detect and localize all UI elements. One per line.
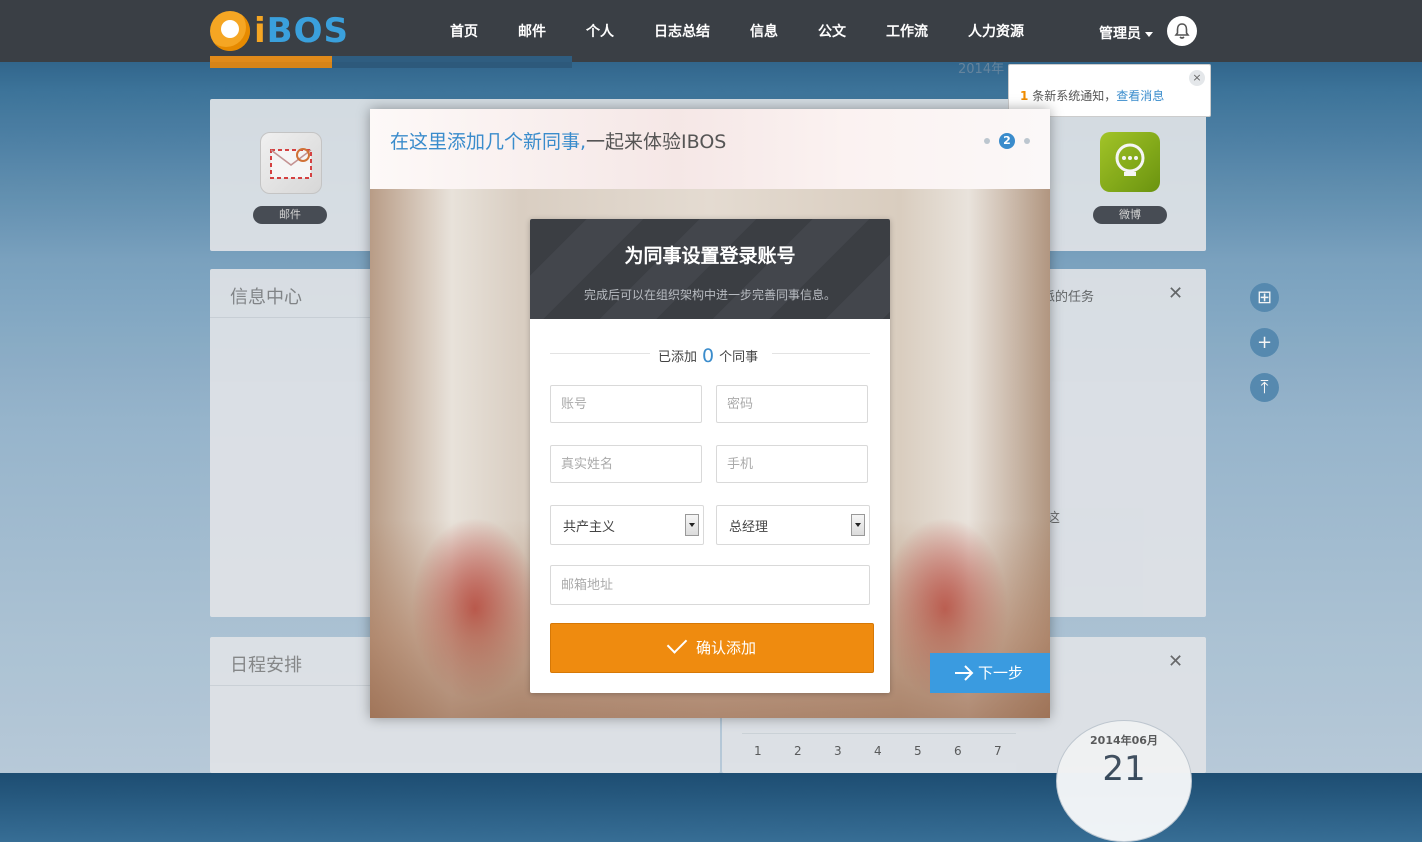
user-menu[interactable]: 管理员 bbox=[1099, 23, 1153, 43]
chevron-down-icon bbox=[1145, 31, 1153, 37]
modal-title-rest: 一起来体验IBOS bbox=[586, 131, 727, 153]
logo-text-i: i bbox=[254, 11, 267, 51]
department-select[interactable]: 共产主义 bbox=[550, 505, 704, 545]
step-dot-3[interactable] bbox=[1024, 138, 1030, 144]
department-select-value: 共产主义 bbox=[563, 520, 616, 535]
modal-header: 在这里添加几个新同事,一起来体验IBOS 2 bbox=[370, 109, 1050, 189]
form-subheading: 完成后可以在组织架构中进一步完善同事信息。 bbox=[583, 288, 836, 302]
account-input[interactable] bbox=[550, 385, 702, 423]
nav-item-diary[interactable]: 日志总结 bbox=[654, 21, 710, 41]
colleague-account-form: 为同事设置登录账号 完成后可以在组织架构中进一步完善同事信息。 已添加 0 个同事 … bbox=[530, 219, 890, 693]
next-step-button[interactable]: 下一步 bbox=[930, 653, 1050, 693]
add-colleagues-modal: 在这里添加几个新同事,一起来体验IBOS 2 为同事设置登录账号 完成后可以在组… bbox=[370, 109, 1050, 718]
password-input[interactable] bbox=[716, 385, 868, 423]
position-select[interactable]: 总经理 bbox=[716, 505, 870, 545]
email-input[interactable] bbox=[550, 565, 870, 605]
notification-count: 1 bbox=[1020, 89, 1029, 103]
arrow-right-icon bbox=[955, 665, 974, 681]
confirm-add-button[interactable]: 确认添加 bbox=[550, 623, 874, 673]
nav-item-workflow[interactable]: 工作流 bbox=[886, 21, 928, 41]
count-prefix: 已添加 bbox=[658, 350, 698, 365]
nav-item-hr[interactable]: 人力资源 bbox=[968, 21, 1024, 41]
divider bbox=[772, 353, 870, 354]
confirm-add-label: 确认添加 bbox=[695, 639, 756, 657]
divider bbox=[550, 353, 650, 354]
top-nav-bar: iBOS 首页 邮件 个人 日志总结 信息 公文 工作流 人力资源 管理员 bbox=[0, 0, 1422, 62]
form-header: 为同事设置登录账号 完成后可以在组织架构中进一步完善同事信息。 bbox=[530, 219, 890, 319]
form-heading: 为同事设置登录账号 bbox=[624, 245, 796, 267]
logo-mark-icon bbox=[210, 11, 250, 51]
dropdown-arrow-icon bbox=[851, 514, 865, 536]
next-step-label: 下一步 bbox=[978, 664, 1024, 682]
position-select-value: 总经理 bbox=[729, 520, 769, 535]
realname-input[interactable] bbox=[550, 445, 702, 483]
user-name: 管理员 bbox=[1099, 26, 1141, 42]
nav-item-personal[interactable]: 个人 bbox=[586, 21, 614, 41]
nav-item-mail[interactable]: 邮件 bbox=[518, 21, 546, 41]
modal-title-highlight: 在这里添加几个新同事, bbox=[390, 131, 587, 153]
step-dot-1[interactable] bbox=[984, 138, 990, 144]
step-dot-active[interactable]: 2 bbox=[999, 133, 1015, 149]
check-icon bbox=[666, 633, 688, 654]
bell-icon bbox=[1174, 23, 1190, 39]
logo-text: BOS bbox=[266, 11, 349, 51]
ibos-logo[interactable]: iBOS bbox=[210, 10, 350, 52]
close-icon[interactable]: × bbox=[1189, 70, 1205, 86]
nav-item-docs[interactable]: 公文 bbox=[818, 21, 846, 41]
phone-input[interactable] bbox=[716, 445, 868, 483]
added-count-row: 已添加 0 个同事 bbox=[550, 344, 870, 367]
notification-bell-button[interactable] bbox=[1167, 16, 1197, 46]
nav-item-info[interactable]: 信息 bbox=[750, 21, 778, 41]
dropdown-arrow-icon bbox=[685, 514, 699, 536]
count-suffix: 个同事 bbox=[719, 350, 759, 365]
notification-text: 条新系统通知， bbox=[1032, 89, 1117, 103]
modal-title: 在这里添加几个新同事,一起来体验IBOS bbox=[390, 127, 726, 154]
added-count: 0 bbox=[702, 345, 715, 367]
view-messages-link[interactable]: 查看消息 bbox=[1116, 89, 1164, 103]
nav-item-home[interactable]: 首页 bbox=[450, 21, 478, 41]
